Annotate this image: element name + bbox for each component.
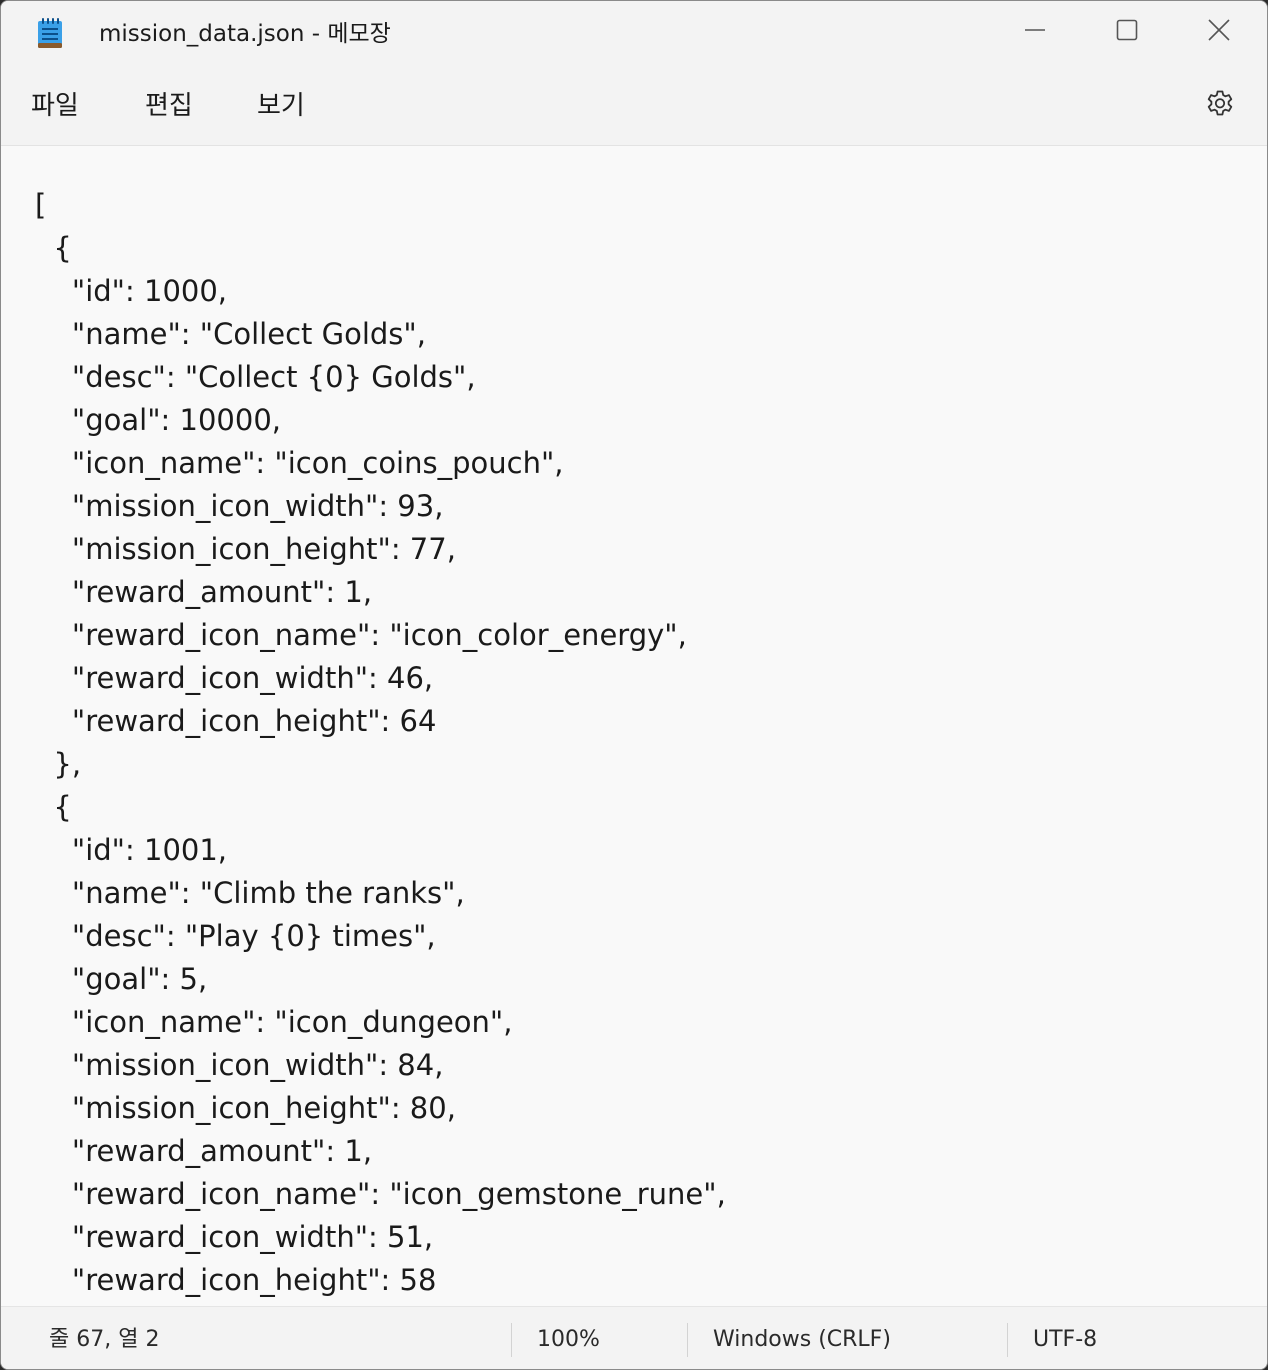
text-editor[interactable]: [ { "id": 1000, "name": "Collect Golds",… xyxy=(1,146,1267,1306)
maximize-icon xyxy=(1116,19,1138,45)
status-bar: 줄 67, 열 2 100% Windows (CRLF) UTF-8 xyxy=(1,1306,1267,1369)
minimize-icon xyxy=(1024,19,1046,45)
editor-line: "reward_icon_name": "icon_gemstone_rune"… xyxy=(35,1177,726,1211)
zoom-level[interactable]: 100% xyxy=(537,1325,600,1355)
cursor-position: 줄 67, 열 2 xyxy=(49,1327,160,1352)
gear-icon xyxy=(1204,88,1236,124)
editor-line: "name": "Climb the ranks", xyxy=(35,876,465,910)
close-icon xyxy=(1208,19,1230,45)
status-divider xyxy=(511,1323,512,1357)
editor-line: "reward_icon_width": 51, xyxy=(35,1220,434,1254)
editor-line: "desc": "Collect {0} Golds", xyxy=(35,360,476,394)
editor-line: "name": "Collect Golds", xyxy=(35,317,426,351)
menu-view[interactable]: 보기 xyxy=(253,87,309,125)
editor-line: "reward_icon_name": "icon_color_energy", xyxy=(35,618,687,652)
title-bar[interactable]: mission_data.json - 메모장 xyxy=(1,1,1267,69)
editor-line: "id": 1000, xyxy=(35,274,228,308)
editor-line: "icon_name": "icon_dungeon", xyxy=(35,1005,513,1039)
editor-line: { xyxy=(35,231,72,265)
editor-line: "reward_icon_height": 64 xyxy=(35,704,437,738)
editor-line: { xyxy=(35,790,72,824)
close-button[interactable] xyxy=(1177,9,1261,55)
editor-line: "mission_icon_height": 80, xyxy=(35,1091,456,1125)
status-divider xyxy=(1007,1323,1008,1357)
editor-line: "mission_icon_width": 93, xyxy=(35,489,444,523)
editor-line: "goal": 5, xyxy=(35,962,208,996)
menu-edit[interactable]: 편집 xyxy=(141,87,197,125)
editor-line: "goal": 10000, xyxy=(35,403,281,437)
window-title: mission_data.json - 메모장 xyxy=(99,21,391,47)
notepad-icon xyxy=(37,17,63,49)
editor-line: "reward_amount": 1, xyxy=(35,575,373,609)
line-ending[interactable]: Windows (CRLF) xyxy=(713,1325,891,1355)
editor-line: }, xyxy=(35,747,82,781)
editor-line: "mission_icon_width": 84, xyxy=(35,1048,444,1082)
settings-button[interactable] xyxy=(1199,85,1241,127)
notepad-window: mission_data.json - 메모장 파일 편집 보기 [{"id… xyxy=(0,0,1268,1370)
editor-line: "id": 1001, xyxy=(35,833,228,867)
editor-line: "icon_name": "icon_coins_pouch", xyxy=(35,446,564,480)
editor-line: "desc": "Play {0} times", xyxy=(35,919,436,953)
editor-line: "reward_icon_height": 58 xyxy=(35,1263,437,1297)
minimize-button[interactable] xyxy=(993,9,1077,55)
editor-line: "mission_icon_height": 77, xyxy=(35,532,456,566)
maximize-button[interactable] xyxy=(1085,9,1169,55)
status-divider xyxy=(687,1323,688,1357)
editor-line: [ xyxy=(35,188,47,222)
menu-bar: 파일 편집 보기 xyxy=(1,69,1267,146)
encoding[interactable]: UTF-8 xyxy=(1033,1325,1097,1355)
editor-line: "reward_icon_width": 46, xyxy=(35,661,434,695)
editor-line: "reward_amount": 1, xyxy=(35,1134,373,1168)
menu-file[interactable]: 파일 xyxy=(27,87,83,125)
